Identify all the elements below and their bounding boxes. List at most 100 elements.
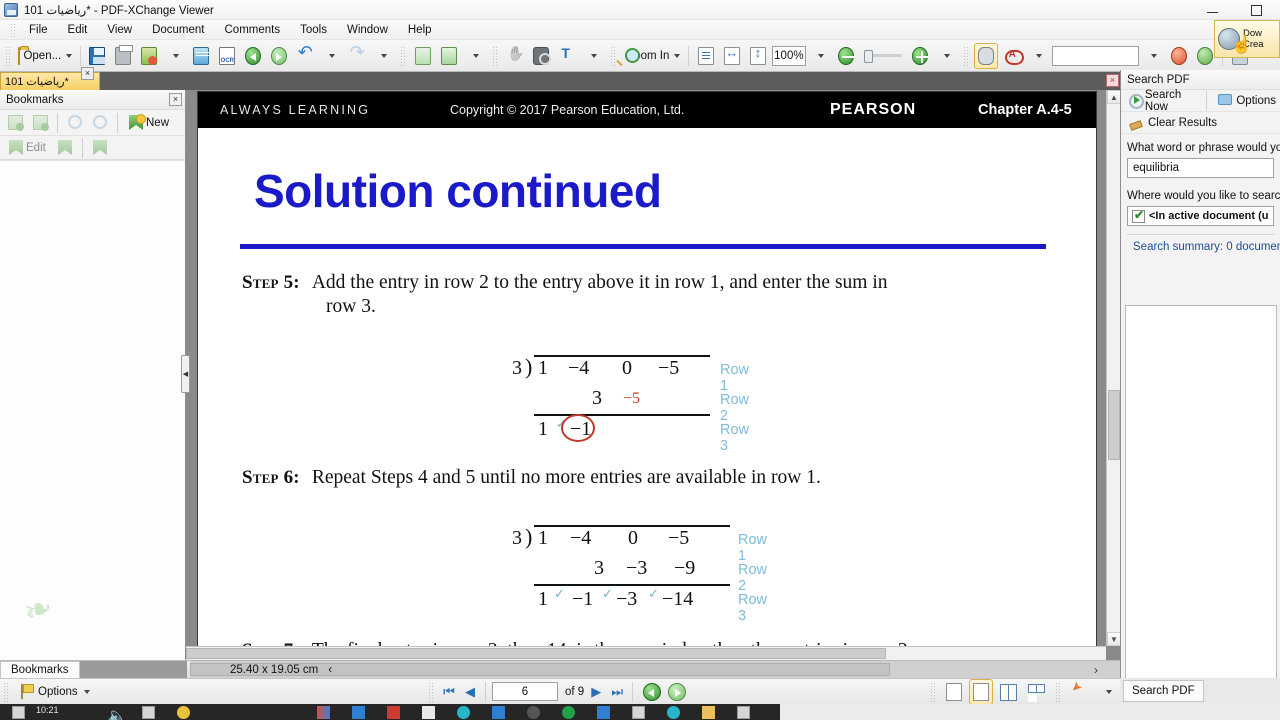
chevron-down-icon[interactable] [817, 53, 824, 58]
edit-bookmark-button[interactable]: Edit [4, 138, 51, 158]
collapse-right-icon[interactable]: › [1094, 661, 1098, 679]
fit-page-button[interactable] [694, 43, 718, 69]
options-button[interactable]: Options [12, 684, 90, 699]
email-button[interactable] [189, 43, 213, 69]
chevron-down-icon[interactable] [83, 689, 90, 694]
chevron-down-icon[interactable] [1151, 53, 1158, 58]
navigate-back-button[interactable] [241, 43, 265, 69]
chevron-down-icon[interactable] [381, 53, 388, 58]
close-icon[interactable]: × [169, 93, 182, 106]
taskbar-onedrive-icon[interactable] [597, 705, 610, 719]
pointer-dropdown[interactable] [1096, 679, 1120, 705]
redo-dropdown[interactable] [371, 43, 395, 69]
search-options-button[interactable]: Options [1213, 91, 1280, 110]
zoom-slider[interactable] [863, 50, 902, 63]
menu-comments[interactable]: Comments [215, 22, 291, 38]
status-bookmarks-tab[interactable]: Bookmarks [0, 661, 80, 678]
first-page-button[interactable]: ⏮ [440, 682, 458, 702]
new-bookmark-button[interactable]: New [124, 113, 174, 133]
horizontal-scroll-thumb[interactable] [186, 648, 886, 659]
taskbar-sound-icon[interactable]: 🔈 [107, 706, 127, 720]
taskbar-doc-icon[interactable] [422, 705, 435, 719]
taskbar-app-icon-6[interactable] [492, 705, 505, 719]
menu-tools[interactable]: Tools [290, 22, 337, 38]
zoom-in-circle-dropdown[interactable] [934, 43, 958, 69]
zoom-out-button[interactable] [834, 43, 858, 69]
minimize-button[interactable] [1190, 0, 1234, 20]
navigate-forward-button[interactable] [267, 43, 291, 69]
search-dropdown[interactable] [1141, 43, 1165, 69]
create-download-button[interactable]: Dow Crea ☝ [1214, 20, 1280, 58]
expand-bookmarks-button[interactable] [64, 113, 86, 133]
page-number-input[interactable]: 6 [492, 682, 558, 701]
open-button[interactable]: Open... [16, 43, 75, 69]
chevron-down-icon[interactable] [329, 53, 336, 58]
redo-button[interactable] [345, 42, 369, 69]
facing-page-button[interactable] [996, 679, 1021, 705]
book-page-button[interactable] [1024, 679, 1049, 705]
taskbar-browser-icon[interactable] [457, 705, 470, 719]
viewer-horizontal-scrollbar[interactable] [186, 646, 1106, 660]
save-button[interactable] [85, 43, 109, 69]
taskbar-app-icon-7[interactable] [527, 705, 540, 719]
menu-help[interactable]: Help [398, 22, 442, 38]
zoom-in-button[interactable]: Zoom In [621, 43, 683, 69]
layout-grip[interactable] [930, 681, 936, 702]
search-results-list[interactable] [1125, 305, 1277, 720]
add-bookmark-button[interactable] [4, 113, 26, 133]
search-phrase-input[interactable]: equilibria [1127, 158, 1274, 178]
menu-document[interactable]: Document [142, 22, 214, 38]
history-forward-icon[interactable] [668, 682, 687, 701]
single-page-button[interactable] [942, 679, 966, 705]
collapse-bookmarks-button[interactable] [89, 113, 111, 133]
delete-bookmark-button[interactable] [29, 113, 51, 133]
toolbar-grip-5[interactable] [962, 45, 969, 66]
menu-grip[interactable] [10, 22, 15, 37]
search-now-button[interactable]: Search Now [1125, 87, 1199, 115]
chevron-down-icon[interactable] [173, 53, 180, 58]
select-dropdown[interactable] [581, 43, 605, 69]
close-document-icon[interactable]: × [1106, 74, 1119, 87]
nav-grip[interactable] [428, 681, 434, 702]
next-page-button[interactable] [437, 43, 461, 69]
toolbar-grip-1[interactable] [5, 45, 11, 66]
print-button[interactable] [111, 43, 135, 69]
next-page-button[interactable]: ▶ [587, 682, 605, 702]
fit-visible-button[interactable] [720, 43, 744, 69]
bookmarks-list[interactable]: ❧ [0, 160, 185, 660]
taskbar-app-icon-8[interactable] [562, 705, 575, 719]
toolbar-grip-4[interactable] [610, 45, 617, 66]
highlight-orange-button[interactable] [1167, 43, 1191, 69]
menu-edit[interactable]: Edit [58, 22, 98, 38]
toolbar-search-input[interactable] [1051, 45, 1140, 66]
pointer-tool-button[interactable] [1067, 679, 1093, 705]
left-splitter-handle[interactable]: ◀ [181, 355, 190, 393]
taskbar-app-icon-9[interactable] [737, 705, 750, 719]
undo-button[interactable] [293, 42, 317, 69]
chevron-down-icon[interactable] [473, 53, 480, 58]
pointer-grip[interactable] [1055, 681, 1061, 702]
taskbar-app-icon-5[interactable] [352, 705, 365, 719]
viewer-vertical-scrollbar[interactable]: ▲ ▼ [1106, 90, 1121, 646]
scroll-down-icon[interactable]: ▼ [1107, 632, 1121, 646]
glasses-button[interactable] [973, 42, 998, 69]
snapshot-button[interactable] [529, 43, 553, 69]
chevron-down-icon[interactable] [1035, 53, 1042, 58]
export-button[interactable] [137, 43, 161, 69]
chevron-down-icon[interactable] [66, 53, 73, 58]
clear-results-button[interactable]: Clear Results [1125, 113, 1221, 132]
search-scope-select[interactable]: <In active document (u [1127, 206, 1274, 226]
menu-file[interactable]: File [19, 22, 58, 38]
bookmark-properties-button[interactable] [54, 138, 76, 158]
previous-page-button[interactable]: ◀ [461, 682, 479, 702]
page-nav-dropdown[interactable] [463, 43, 487, 69]
taskbar-pdf-icon[interactable] [387, 705, 400, 719]
taskbar-app-icon-1[interactable] [142, 705, 155, 719]
ocr-button[interactable] [215, 43, 239, 69]
taskbar-window-icon[interactable] [12, 705, 25, 719]
toolbar-grip-2[interactable] [400, 45, 407, 66]
continuous-page-button[interactable] [969, 678, 993, 705]
stamp-button[interactable] [1000, 43, 1024, 69]
zoom-in-circle-button[interactable] [908, 43, 932, 69]
chevron-down-icon[interactable] [591, 53, 598, 58]
